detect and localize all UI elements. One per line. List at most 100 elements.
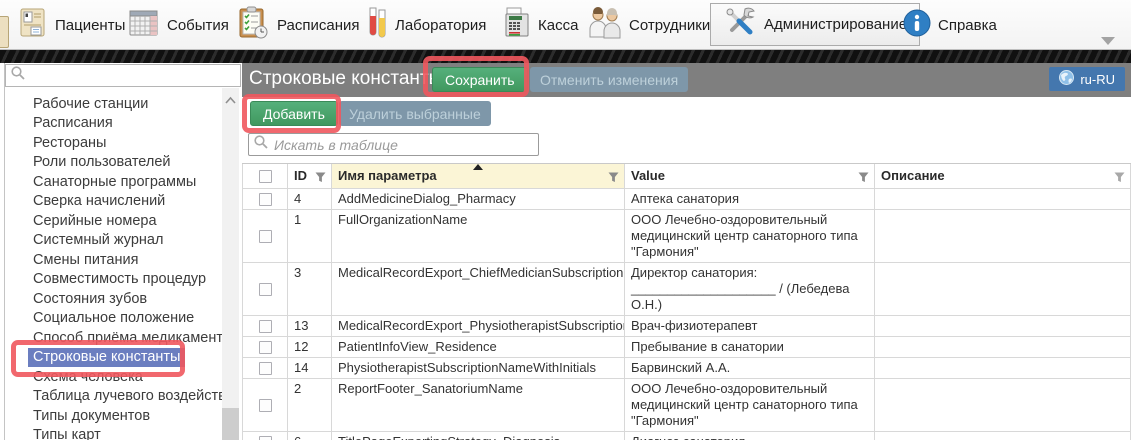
- delete-selected-button[interactable]: Удалить выбранные: [339, 101, 491, 126]
- locale-badge[interactable]: ru-RU: [1049, 67, 1125, 91]
- row-value-cell: Директор санатория: ____________________…: [625, 263, 875, 316]
- filter-icon[interactable]: [608, 171, 619, 187]
- sidebar-item[interactable]: Системный журнал: [33, 231, 224, 251]
- select-all-cell[interactable]: [242, 164, 288, 189]
- globe-icon: [1059, 70, 1074, 88]
- sidebar-item[interactable]: Рестораны: [33, 134, 224, 154]
- filter-icon[interactable]: [1114, 171, 1125, 187]
- row-checkbox[interactable]: [259, 399, 272, 412]
- sidebar-item[interactable]: Расписания: [33, 114, 224, 134]
- panel-header-bar: Строковые константы Сохранить Отменить и…: [242, 63, 1131, 97]
- separator-bar: [0, 50, 1131, 63]
- toolbar-item-events[interactable]: События: [128, 0, 229, 50]
- sidebar-item-label: Типы документов: [33, 408, 150, 424]
- sidebar-item-label: Серийные номера: [33, 213, 157, 229]
- row-checkbox[interactable]: [259, 320, 272, 333]
- toolbar-item-label: Пациенты: [55, 17, 125, 34]
- sidebar-item[interactable]: Схема человека: [33, 368, 224, 388]
- column-header-value[interactable]: Value: [625, 164, 875, 189]
- column-header-name[interactable]: Имя параметра: [332, 164, 625, 189]
- row-checkbox[interactable]: [259, 283, 272, 296]
- row-description-cell: [875, 379, 1131, 432]
- sidebar-item[interactable]: Рабочие станции: [33, 95, 224, 115]
- row-checkbox[interactable]: [259, 193, 272, 206]
- sidebar-item-label: Строковые константы: [28, 348, 185, 367]
- sidebar-item-label: Способ приёма медикаментов: [33, 330, 224, 346]
- table-search-input[interactable]: [274, 137, 538, 153]
- sidebar-item[interactable]: Способ приёма медикаментов: [33, 329, 224, 349]
- row-checkbox[interactable]: [259, 230, 272, 243]
- row-checkbox[interactable]: [259, 362, 272, 375]
- table-search-box[interactable]: [248, 133, 539, 156]
- cropped-icon-sliver: [0, 16, 9, 48]
- add-button[interactable]: Добавить: [250, 101, 338, 126]
- toolbar-item-cashdesk[interactable]: Касса: [503, 0, 578, 50]
- filter-icon[interactable]: [315, 171, 326, 187]
- sidebar-item-selected[interactable]: Строковые константы: [33, 348, 224, 368]
- column-header-description[interactable]: Описание: [875, 164, 1131, 189]
- row-id-cell: 13: [288, 316, 332, 337]
- toolbar-item-employees[interactable]: Сотрудники: [588, 0, 710, 50]
- row-value-cell: ООО Лечебно-оздоровительный медицинский …: [625, 210, 875, 263]
- schedules-icon: [237, 6, 270, 45]
- sidebar-item[interactable]: Сверка начислений: [33, 192, 224, 212]
- row-checkbox[interactable]: [259, 341, 272, 354]
- row-select-cell[interactable]: [242, 358, 288, 379]
- row-select-cell[interactable]: [242, 432, 288, 440]
- sidebar-item[interactable]: Санаторные программы: [33, 173, 224, 193]
- cancel-changes-button[interactable]: Отменить изменения: [530, 67, 688, 92]
- row-value-cell: ООО Лечебно-оздоровительный медицинский …: [625, 379, 875, 432]
- sidebar-item[interactable]: Типы карт: [33, 426, 224, 440]
- sidebar-scroll-thumb[interactable]: [222, 408, 239, 440]
- row-checkbox[interactable]: [259, 436, 272, 440]
- row-id-cell: 14: [288, 358, 332, 379]
- sidebar-item-label: Рабочие смены: [33, 88, 138, 92]
- sidebar-scrollbar[interactable]: [222, 88, 239, 440]
- sidebar-item[interactable]: Серийные номера: [33, 212, 224, 232]
- row-name-cell: FullOrganizationName: [332, 210, 625, 263]
- row-id-cell: 4: [288, 189, 332, 210]
- sidebar-search-input[interactable]: [30, 68, 240, 83]
- column-label: Описание: [881, 168, 945, 184]
- column-label: Имя параметра: [338, 168, 437, 184]
- toolbar-item-administration[interactable]: Администрирование: [710, 3, 920, 46]
- save-button[interactable]: Сохранить: [432, 67, 528, 92]
- row-select-cell[interactable]: [242, 210, 288, 263]
- filter-icon[interactable]: [858, 171, 869, 187]
- row-select-cell[interactable]: [242, 316, 288, 337]
- sidebar-item[interactable]: Роли пользователей: [33, 153, 224, 173]
- row-select-cell[interactable]: [242, 379, 288, 432]
- chevron-up-icon[interactable]: [225, 92, 236, 110]
- toolbar-item-laboratory[interactable]: Лаборатория: [366, 0, 486, 50]
- sidebar-search-box[interactable]: [5, 64, 241, 87]
- sidebar-item-label: Совместимость процедур: [33, 271, 206, 287]
- row-select-cell[interactable]: [242, 337, 288, 358]
- toolbar-item-label: Сотрудники: [629, 17, 710, 34]
- table-row: 14PhysiotherapistSubscriptionNameWithIni…: [242, 358, 1131, 379]
- row-name-cell: MedicalRecordExport_ChiefMedicianSubscri…: [332, 263, 625, 316]
- toolbar-overflow-arrow-icon[interactable]: [1101, 37, 1115, 45]
- row-name-cell: PhysiotherapistSubscriptionNameWithIniti…: [332, 358, 625, 379]
- toolbar-item-patients[interactable]: Пациенты: [18, 0, 125, 50]
- table-row: 2ReportFooter_SanatoriumNameООО Лечебно-…: [242, 379, 1131, 432]
- table-row: 1FullOrganizationNameООО Лечебно-оздоров…: [242, 210, 1131, 263]
- toolbar-item-schedules[interactable]: Расписания: [237, 0, 359, 50]
- sidebar-item[interactable]: Социальное положение: [33, 309, 224, 329]
- select-all-checkbox[interactable]: [259, 170, 272, 183]
- main-panel: Строковые константы Сохранить Отменить и…: [242, 63, 1131, 440]
- column-label: ID: [294, 168, 307, 184]
- table-actions-row: Добавить Удалить выбранные: [242, 97, 1131, 130]
- sidebar-item[interactable]: Состояния зубов: [33, 290, 224, 310]
- column-header-id[interactable]: ID: [288, 164, 332, 189]
- toolbar-item-help[interactable]: Справка: [903, 0, 997, 50]
- column-label: Value: [631, 168, 665, 184]
- row-select-cell[interactable]: [242, 189, 288, 210]
- sidebar-item[interactable]: Совместимость процедур: [33, 270, 224, 290]
- sidebar-item[interactable]: Смены питания: [33, 251, 224, 271]
- row-select-cell[interactable]: [242, 263, 288, 316]
- sidebar-item-label: Типы карт: [33, 427, 101, 440]
- sidebar-list: Рабочие смены Рабочие станцииРасписанияРе…: [5, 88, 224, 440]
- sidebar-item[interactable]: Таблица лучевого воздействия: [33, 387, 224, 407]
- sidebar-item[interactable]: Типы документов: [33, 407, 224, 427]
- table-row: 6TitlePageExportingStrategy_DiagnosisДиа…: [242, 432, 1131, 440]
